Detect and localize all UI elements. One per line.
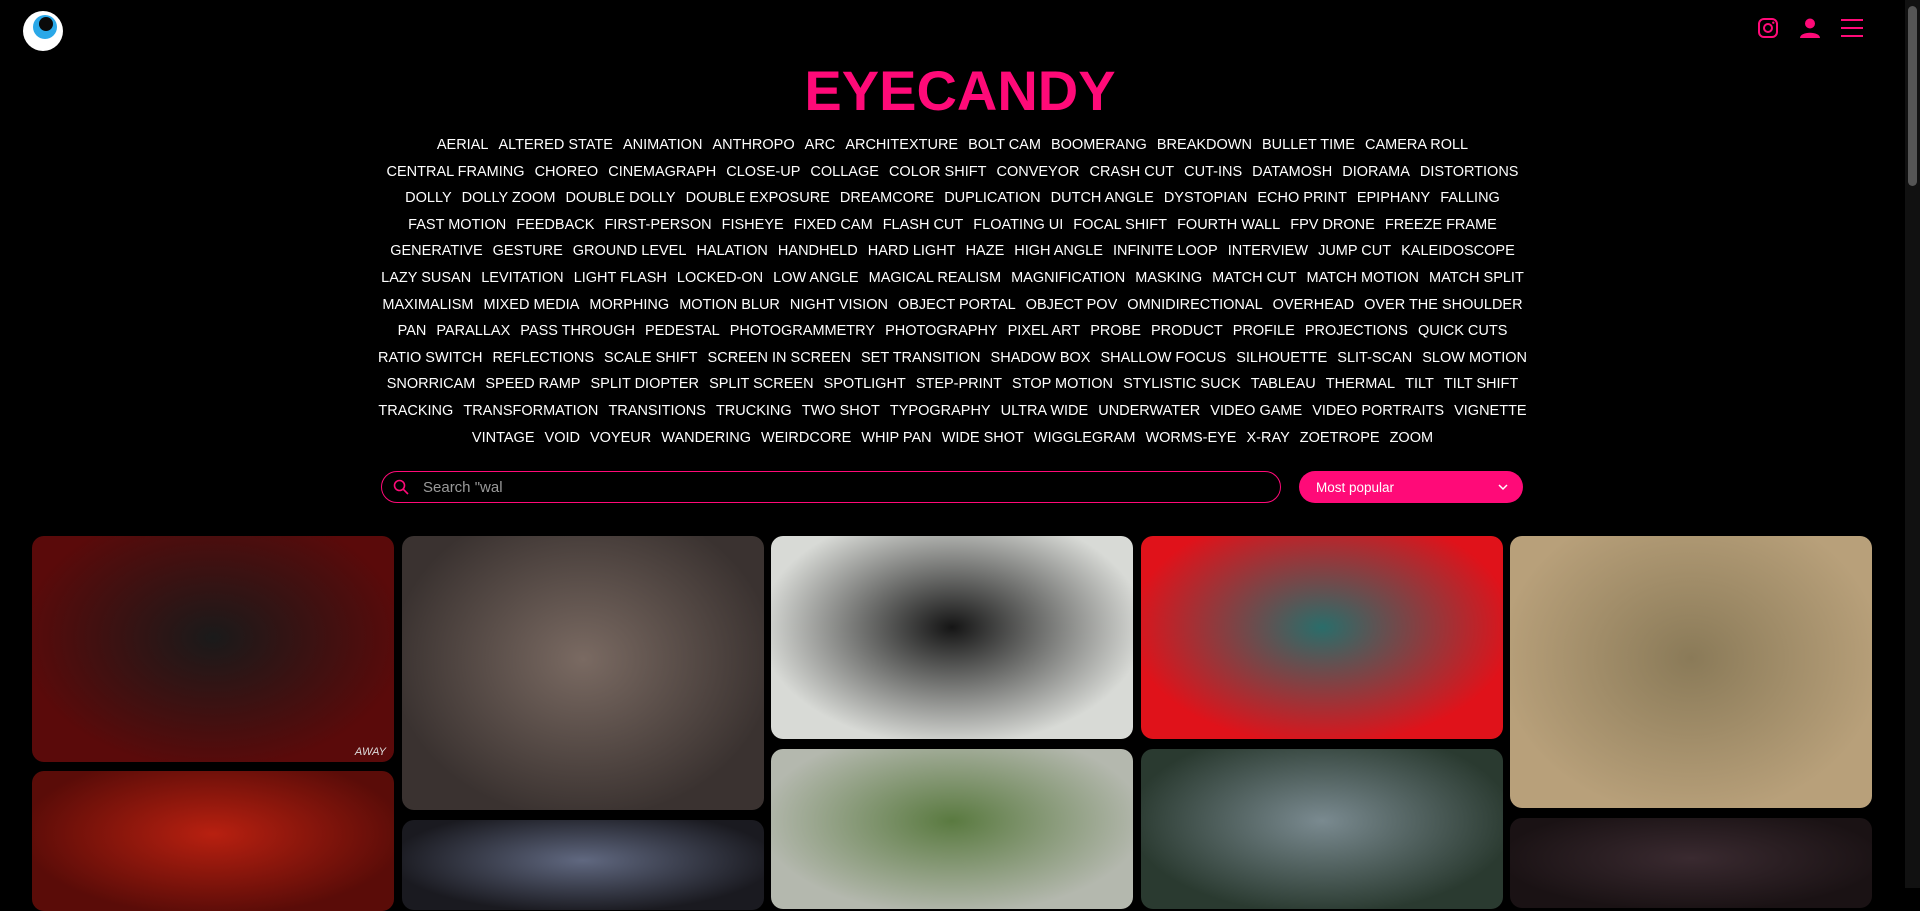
video-thumbnail[interactable] xyxy=(402,536,764,810)
scrollbar-thumb[interactable] xyxy=(1908,6,1917,186)
video-grid: AWAY xyxy=(0,0,1905,911)
video-thumbnail[interactable]: AWAY xyxy=(32,536,394,762)
scrollbar[interactable] xyxy=(1905,0,1920,888)
video-thumbnail[interactable] xyxy=(1510,818,1872,908)
video-thumbnail[interactable] xyxy=(1141,536,1503,739)
video-thumbnail[interactable] xyxy=(402,820,764,910)
video-thumbnail[interactable] xyxy=(771,536,1133,739)
video-thumbnail[interactable] xyxy=(1141,749,1503,909)
video-thumbnail[interactable] xyxy=(1510,536,1872,808)
video-thumbnail[interactable] xyxy=(771,749,1133,909)
video-thumbnail[interactable] xyxy=(32,771,394,911)
tile-stamp: AWAY xyxy=(354,746,386,758)
